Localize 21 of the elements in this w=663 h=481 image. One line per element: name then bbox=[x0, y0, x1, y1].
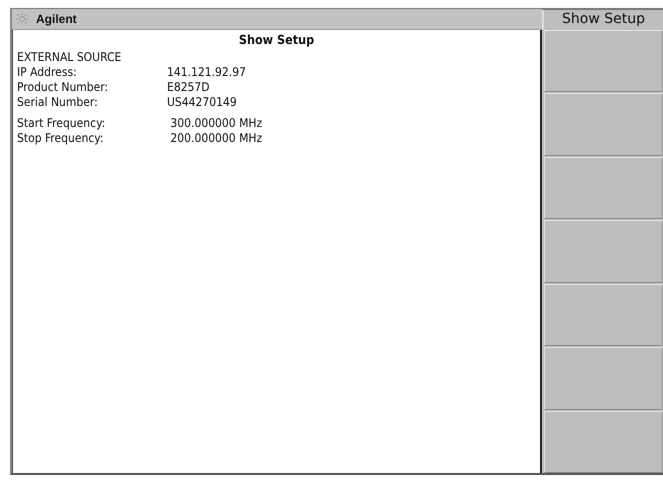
sun-icon bbox=[16, 13, 28, 25]
window-title: Agilent bbox=[36, 12, 77, 26]
softkey[interactable] bbox=[544, 30, 663, 92]
field-label: Product Number: bbox=[17, 80, 108, 95]
field-value: 200.000000 MHz bbox=[169, 131, 262, 146]
panel-title: Show Setup bbox=[238, 32, 314, 47]
softkey[interactable] bbox=[544, 156, 663, 220]
field-label: Stop Frequency: bbox=[17, 131, 104, 146]
softkey[interactable] bbox=[544, 347, 663, 410]
field-value: 141.121.92.97 bbox=[167, 65, 246, 80]
softkey[interactable] bbox=[544, 284, 663, 346]
softkey[interactable] bbox=[544, 220, 663, 283]
field-value: 300.000000 MHz bbox=[169, 116, 262, 131]
softkey[interactable] bbox=[544, 410, 663, 473]
softkey[interactable] bbox=[544, 93, 663, 156]
field-label: Serial Number: bbox=[17, 95, 98, 110]
field-value: US44270149 bbox=[167, 95, 237, 110]
field-label: IP Address: bbox=[17, 65, 77, 80]
field-value: E8257D bbox=[167, 80, 210, 95]
field-label: Start Frequency: bbox=[17, 116, 106, 131]
section-heading: EXTERNAL SOURCE bbox=[17, 50, 122, 65]
